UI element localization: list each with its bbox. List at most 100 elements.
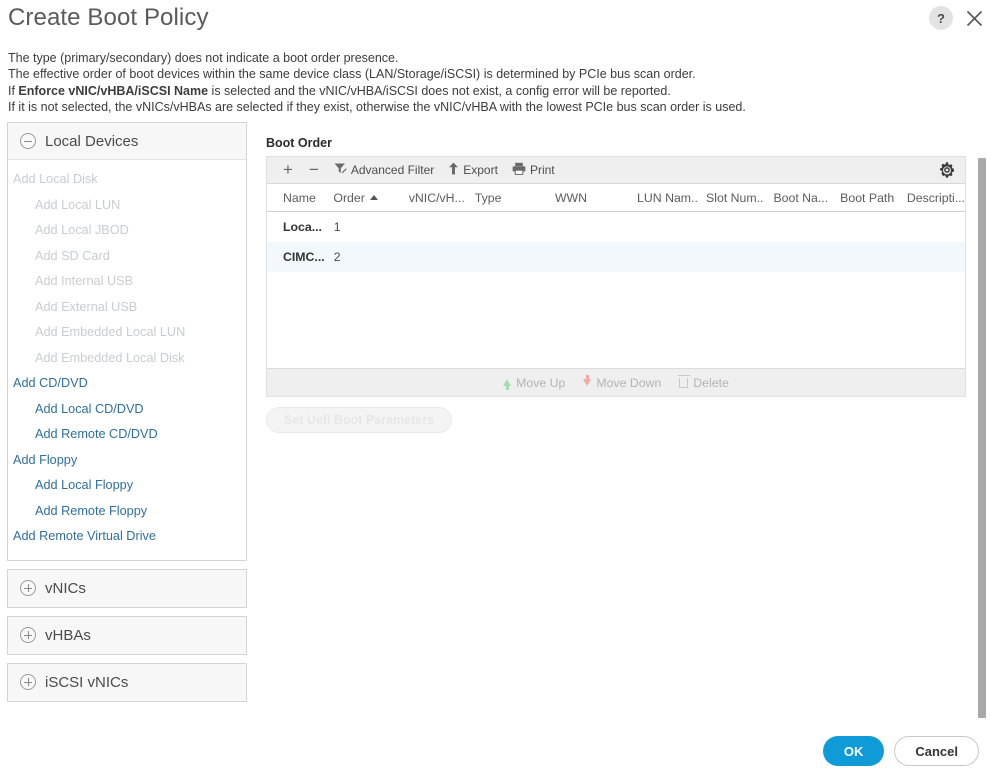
export-label: Export xyxy=(463,163,498,177)
column-header-type[interactable]: Type xyxy=(465,191,545,205)
scrollbar-thumb[interactable] xyxy=(978,158,986,718)
description-line-3: If Enforce vNIC/vHBA/iSCSI Name is selec… xyxy=(8,83,968,99)
cell-name: CIMC... xyxy=(283,250,324,264)
sidebar-section-title: vNICs xyxy=(45,579,86,597)
column-header-slot-num-[interactable]: Slot Num.. xyxy=(696,191,763,205)
cell-name: Loca... xyxy=(283,220,322,234)
column-header-label: Type xyxy=(474,190,502,205)
set-uefi-boot-parameters-button[interactable]: Set Uefi Boot Parameters xyxy=(266,407,453,433)
column-header-label: vNIC/vH... xyxy=(408,190,465,205)
column-header-label: Order xyxy=(333,190,365,205)
table-row[interactable]: CIMC... 2 xyxy=(267,242,965,272)
description-line-1: The type (primary/secondary) does not in… xyxy=(8,51,399,65)
sidebar-item-add-sd-card: Add SD Card xyxy=(35,248,110,263)
arrow-down-icon xyxy=(583,375,592,386)
grid-body: Loca... 1 CIMC... 2 xyxy=(267,212,965,272)
column-header-label: LUN Nam.. xyxy=(637,190,698,205)
header-icon-group: ? xyxy=(929,6,985,30)
move-up-button: Move Up xyxy=(503,376,565,390)
sidebar-item-add-local-floppy[interactable]: Add Local Floppy xyxy=(8,473,246,499)
sidebar-item-add-local-lun: Add Local LUN xyxy=(35,197,121,212)
boot-order-grid: + − Advanced Filter Export Print Name Or… xyxy=(266,156,966,397)
ok-button[interactable]: OK xyxy=(822,736,885,766)
plus-circle-icon xyxy=(20,580,36,596)
sidebar-section-vhbas: vHBAs xyxy=(7,615,247,655)
printer-icon xyxy=(512,162,526,178)
sidebar-section-title: vHBAs xyxy=(45,626,91,644)
column-header-label: Slot Num.. xyxy=(706,190,764,205)
close-icon[interactable] xyxy=(963,7,985,29)
sidebar-item-add-internal-usb: Add Internal USB xyxy=(35,274,134,288)
trash-icon xyxy=(678,374,691,388)
column-header-wwn[interactable]: WWN xyxy=(545,191,627,205)
sidebar-item-add-floppy[interactable]: Add Floppy xyxy=(8,448,246,474)
sidebar-item-add-remote-virtual-drive[interactable]: Add Remote Virtual Drive xyxy=(8,524,246,550)
filter-icon xyxy=(334,162,347,178)
sidebar-section-iscsi-vnics: iSCSI vNICs xyxy=(7,662,247,702)
plus-circle-icon xyxy=(20,627,36,643)
sidebar-section-title: iSCSI vNICs xyxy=(45,673,129,691)
sidebar-item-add-embedded-local-disk: Add Embedded Local Disk xyxy=(35,350,185,365)
boot-order-label: Boot Order xyxy=(266,136,332,150)
sidebar-section-header[interactable]: vNICs xyxy=(8,569,246,607)
sidebar-section-title: Local Devices xyxy=(45,132,139,150)
sidebar-section-header[interactable]: vHBAs xyxy=(8,616,246,654)
sidebar-section-header[interactable]: iSCSI vNICs xyxy=(8,663,246,701)
arrow-up-icon xyxy=(503,379,512,390)
description-line-2: The effective order of boot devices with… xyxy=(8,67,696,82)
help-icon[interactable]: ? xyxy=(929,6,953,30)
remove-row-button[interactable]: − xyxy=(301,157,327,183)
sidebar-item-add-remote-cd-dvd[interactable]: Add Remote CD/DVD xyxy=(8,422,246,448)
boot-order-panel: Boot Order + − Advanced Filter Export Pr… xyxy=(266,136,966,433)
sidebar-section-vnics: vNICs xyxy=(7,568,247,608)
cancel-button[interactable]: Cancel xyxy=(894,736,979,766)
advanced-filter-button[interactable]: Advanced Filter xyxy=(327,157,441,183)
sidebar-section-body: Add Local Disk Add Local LUN Add Local JBO… xyxy=(8,160,246,560)
move-down-button: Move Down xyxy=(583,375,661,390)
vertical-scrollbar[interactable] xyxy=(978,158,986,718)
sidebar-section-local-devices: Local Devices Add Local Disk Add Local LUN… xyxy=(7,122,247,561)
sidebar-item-add-cd-dvd[interactable]: Add CD/DVD xyxy=(8,371,246,397)
print-label: Print xyxy=(529,163,555,177)
minus-circle-icon xyxy=(20,133,36,149)
print-button[interactable]: Print xyxy=(505,157,562,183)
sidebar-section-header[interactable]: Local Devices xyxy=(8,123,246,160)
sort-ascending-icon xyxy=(369,195,378,200)
sidebar-item-add-local-disk: Add Local Disk xyxy=(13,172,98,186)
cell-order: 1 xyxy=(333,220,341,234)
cell-order: 2 xyxy=(333,250,341,264)
delete-button: Delete xyxy=(678,374,729,390)
description-line-3-bold: Enforce vNIC/vHBA/iSCSI Name xyxy=(18,83,209,98)
column-header-order[interactable]: Order xyxy=(323,191,398,205)
column-header-label: Descripti... xyxy=(906,190,965,205)
advanced-filter-label: Advanced Filter xyxy=(350,163,435,177)
column-header-label: Boot Na... xyxy=(773,190,829,205)
sidebar-item-add-local-cd-dvd[interactable]: Add Local CD/DVD xyxy=(8,397,246,423)
column-header-descripti-[interactable]: Descripti... xyxy=(897,191,965,205)
column-header-lun-nam-[interactable]: LUN Nam.. xyxy=(627,190,698,205)
column-header-label: WWN xyxy=(554,190,588,205)
column-header-label: Boot Path xyxy=(840,190,895,205)
export-button[interactable]: Export xyxy=(441,157,505,183)
column-header-boot-na-[interactable]: Boot Na... xyxy=(763,191,830,205)
gear-icon[interactable] xyxy=(939,162,955,178)
grid-toolbar: + − Advanced Filter Export Print xyxy=(267,157,965,184)
column-header-name[interactable]: Name xyxy=(267,191,323,205)
description-line-3-prefix: If xyxy=(8,83,19,98)
create-boot-policy-dialog: Create Boot Policy ? The type (primary/s… xyxy=(0,0,991,777)
grid-empty-space xyxy=(267,272,965,368)
dialog-footer: OK Cancel xyxy=(822,736,979,766)
column-header-label: Name xyxy=(283,190,316,205)
page-title: Create Boot Policy xyxy=(8,4,209,31)
plus-circle-icon xyxy=(20,674,36,690)
table-row[interactable]: Loca... 1 xyxy=(267,212,965,242)
export-icon xyxy=(448,162,459,178)
sidebar-item-add-remote-floppy[interactable]: Add Remote Floppy xyxy=(8,499,246,525)
sidebar-item-add-embedded-local-lun: Add Embedded Local LUN xyxy=(35,325,186,339)
add-row-button[interactable]: + xyxy=(275,157,301,183)
grid-footer-actions: Move Up Move Down Delete xyxy=(267,368,965,396)
description-line-3-suffix: is selected and the vNIC/vHBA/iSCSI does… xyxy=(208,83,671,98)
column-header-boot-path[interactable]: Boot Path xyxy=(830,191,897,205)
column-header-vnic-vh-[interactable]: vNIC/vH... xyxy=(399,191,465,205)
sidebar-item-add-external-usb: Add External USB xyxy=(35,299,138,314)
